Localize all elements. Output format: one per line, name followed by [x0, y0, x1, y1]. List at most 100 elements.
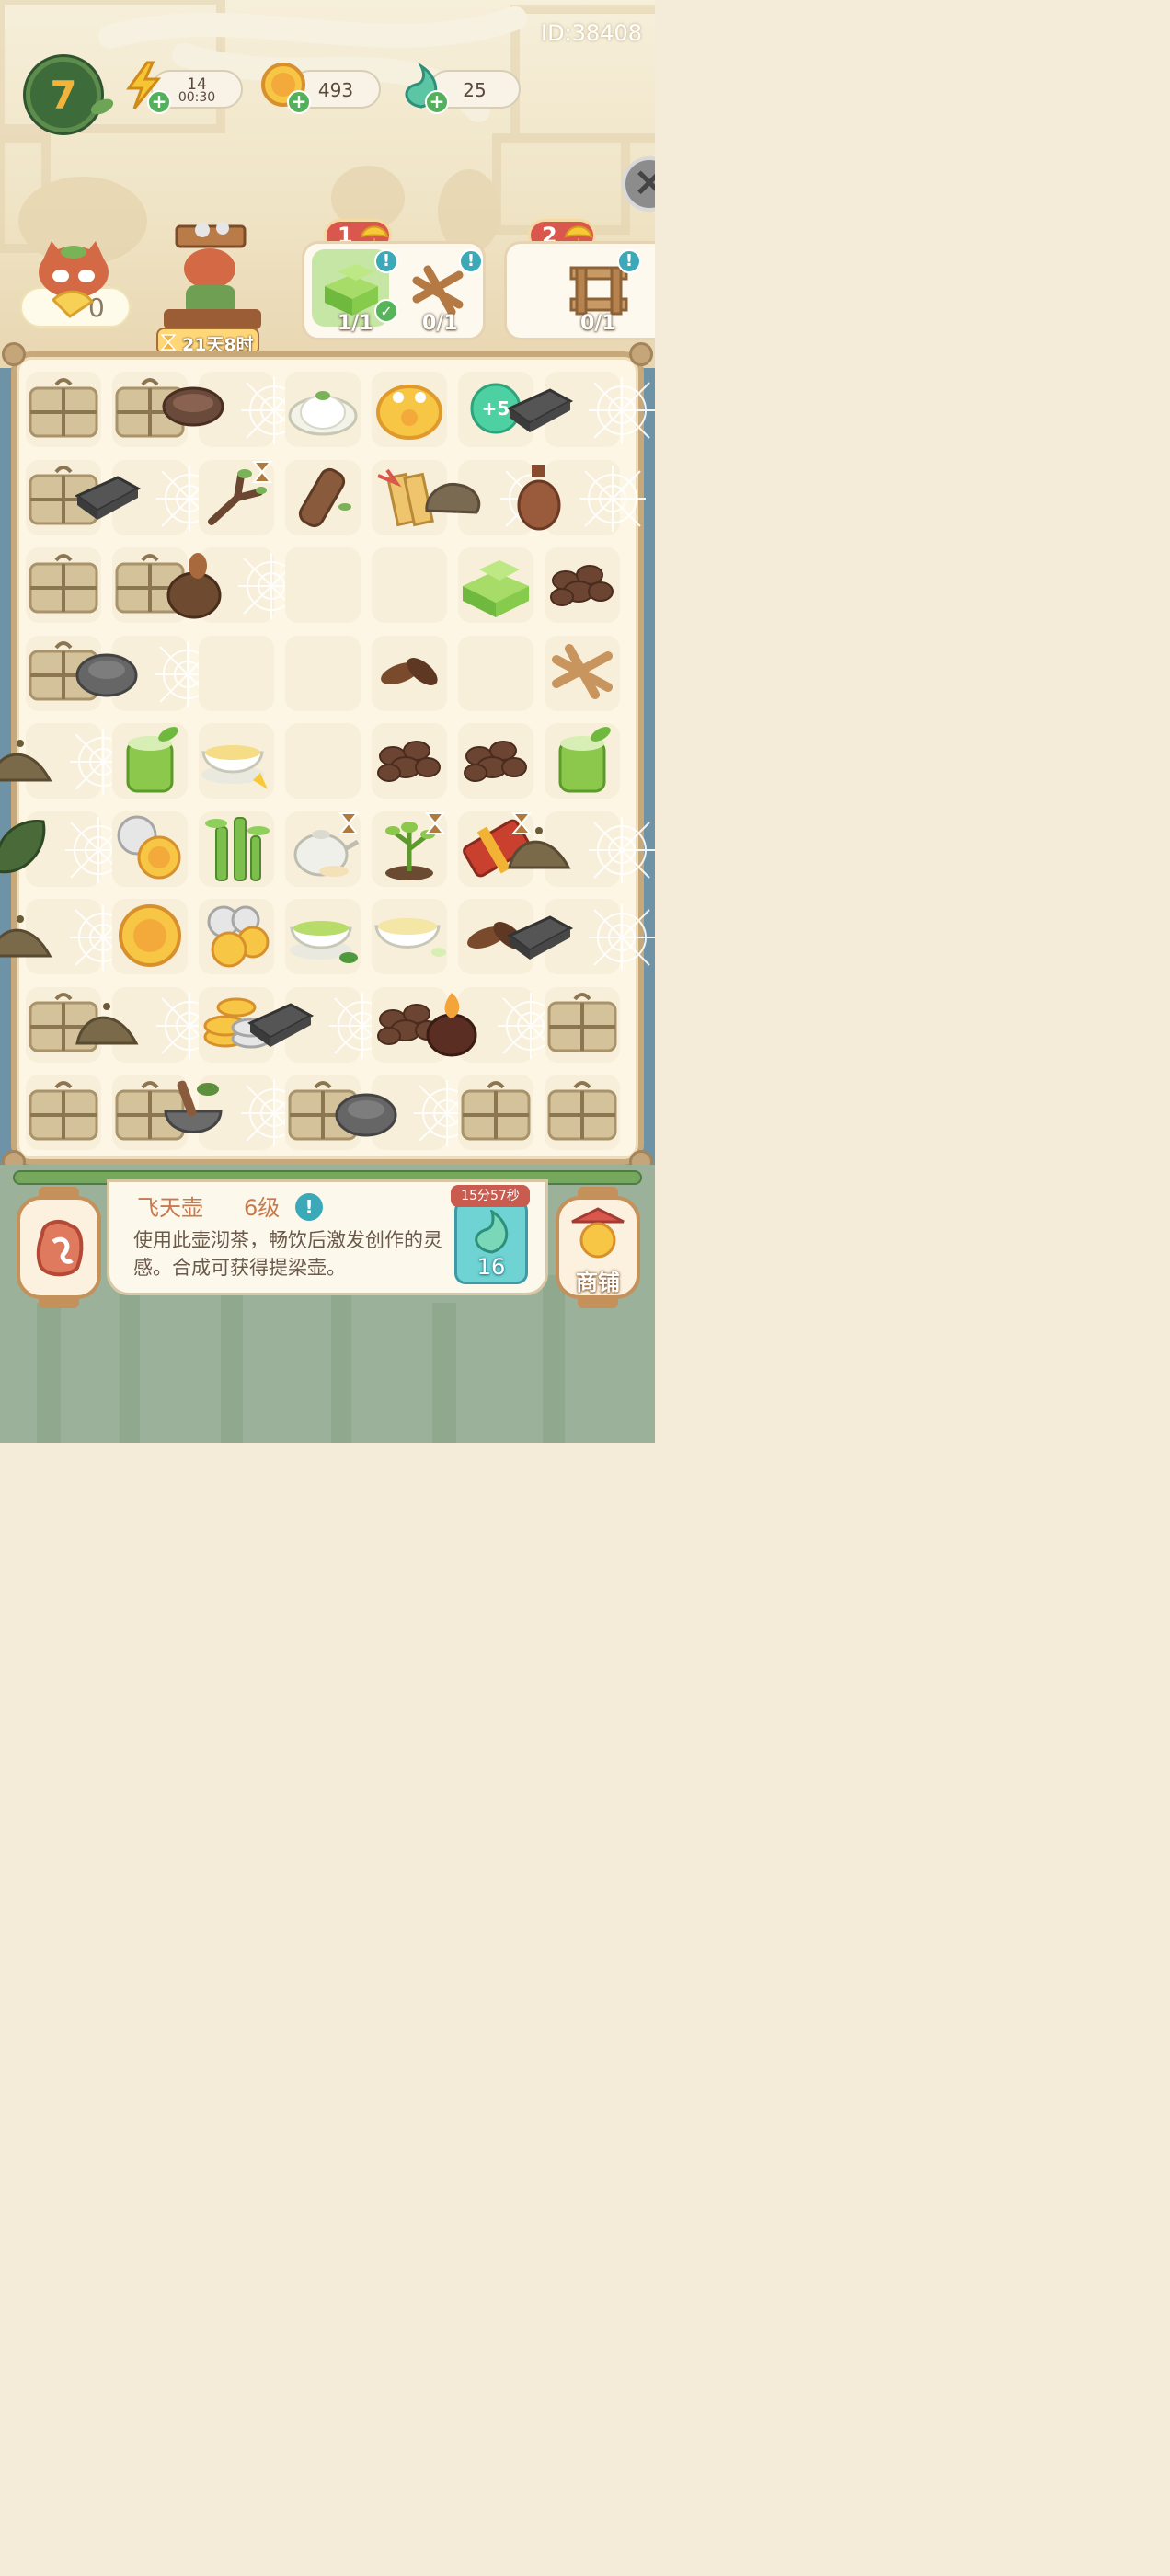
board-cell[interactable]: [20, 366, 107, 454]
shop-pavilion-icon: [571, 1207, 625, 1259]
board-cell[interactable]: [453, 542, 539, 630]
player-level: 7: [50, 72, 77, 118]
tea-merchant-panda-icon[interactable]: [156, 221, 263, 331]
board-cell[interactable]: [0, 806, 132, 894]
board-cell[interactable]: [539, 982, 625, 1070]
board-cell[interactable]: [20, 1069, 107, 1157]
add-gems-button[interactable]: +: [425, 90, 449, 114]
checkmark-icon: ✓: [374, 299, 398, 323]
board-cell[interactable]: [280, 454, 366, 543]
board-cell[interactable]: [193, 806, 280, 894]
webbed-bowl-icon: [158, 381, 228, 440]
board-cell[interactable]: [280, 542, 366, 630]
golden-toad-icon: [373, 375, 446, 445]
board-cell[interactable]: [507, 893, 655, 982]
board-cell[interactable]: [453, 630, 539, 719]
webbed-leaf-icon: [0, 812, 52, 886]
leaf-icon: [90, 98, 114, 115]
board-cell[interactable]: [366, 542, 453, 630]
leaves-icon: [373, 646, 446, 701]
board-corner-knot: [2, 342, 26, 366]
board-cell[interactable]: [539, 718, 625, 806]
tea-pile-icon: [545, 555, 619, 617]
inventory-lantern-button[interactable]: [17, 1187, 101, 1308]
lantern-cap: [578, 1187, 618, 1200]
producer-timer: 15分57秒: [451, 1185, 530, 1207]
board-cell[interactable]: [280, 630, 366, 719]
lantern-cap: [39, 1187, 79, 1200]
board-cell[interactable]: [539, 1069, 625, 1157]
bamboo-cup-icon: [115, 725, 185, 799]
board-cell[interactable]: [366, 630, 453, 719]
board-cell[interactable]: [366, 806, 453, 894]
board-cell[interactable]: [0, 718, 136, 806]
board-cell[interactable]: [247, 982, 396, 1070]
cell-pad: [285, 723, 361, 799]
board-cell[interactable]: [366, 366, 453, 454]
lantern-cap: [39, 1295, 79, 1308]
woven-mat-icon: [412, 265, 464, 316]
order-1-item-2-info-icon[interactable]: !: [459, 249, 483, 273]
board-cell[interactable]: [453, 718, 539, 806]
bundle-icon: [457, 1078, 534, 1148]
board-cell[interactable]: [20, 542, 107, 630]
webbed-inkstone-icon: [502, 908, 576, 967]
producer-button[interactable]: 16: [454, 1200, 528, 1284]
board-cell[interactable]: [280, 806, 366, 894]
webbed-mound-icon: [0, 908, 57, 967]
board-cell[interactable]: [426, 982, 564, 1070]
board-cell[interactable]: [193, 630, 280, 719]
board-cell[interactable]: [507, 366, 655, 454]
cell-pad: [458, 635, 533, 711]
add-energy-button[interactable]: +: [147, 90, 171, 114]
bundle-icon: [544, 990, 621, 1060]
board-cell[interactable]: [517, 454, 646, 543]
board-cell[interactable]: [366, 718, 453, 806]
lantern-cap: [578, 1295, 618, 1308]
webbed-inkstone-icon: [502, 381, 576, 440]
order-card-1[interactable]: 1/1 ✓ ! 0/1 !: [302, 241, 486, 340]
hourglass-icon: [160, 334, 177, 351]
order-card-2[interactable]: 0/1 !: [504, 241, 655, 340]
red-panda-icon[interactable]: [28, 236, 120, 328]
webbed-mound-icon: [70, 995, 143, 1054]
shop-button[interactable]: 商铺: [556, 1187, 640, 1308]
producer-count: 16: [476, 1254, 506, 1280]
board-cell[interactable]: [0, 893, 136, 982]
board-cell[interactable]: [508, 806, 655, 894]
board-cell[interactable]: [107, 718, 193, 806]
order-2-item-1-count: 0/1: [580, 312, 616, 335]
board-cell[interactable]: [335, 1069, 480, 1157]
order-2-item-1-info-icon[interactable]: !: [617, 249, 641, 273]
player-level-badge[interactable]: 7: [26, 57, 101, 132]
add-coins-button[interactable]: +: [287, 90, 311, 114]
bundle-icon: [25, 1078, 102, 1148]
board-cell[interactable]: [539, 630, 625, 719]
order-1-item-1-info-icon[interactable]: !: [374, 249, 398, 273]
board-cell[interactable]: [107, 893, 193, 982]
board-cell[interactable]: [366, 893, 453, 982]
bundle-icon: [25, 375, 102, 445]
item-level: 6级: [244, 1195, 281, 1221]
board-cell[interactable]: [193, 893, 280, 982]
item-description: 使用此壶沏茶，畅饮后激发创作的灵感。合成可获得提梁壶。: [133, 1229, 442, 1279]
board-cell[interactable]: [539, 542, 625, 630]
webbed-stone-icon: [72, 644, 142, 703]
webbed-mound-icon: [502, 820, 576, 879]
board-cell[interactable]: [193, 454, 280, 543]
board-cell[interactable]: [107, 806, 193, 894]
user-id: ID:38408: [541, 20, 642, 46]
board-cell[interactable]: [453, 1069, 539, 1157]
board-cell[interactable]: [193, 718, 280, 806]
board-cell[interactable]: [75, 630, 221, 719]
board-cell[interactable]: [162, 366, 307, 454]
board-cell[interactable]: [280, 718, 366, 806]
board-cell[interactable]: [164, 1069, 307, 1157]
board-cell[interactable]: [75, 982, 223, 1070]
item-info-icon[interactable]: !: [295, 1193, 323, 1221]
board-cell[interactable]: [280, 893, 366, 982]
board-cell[interactable]: [75, 454, 223, 543]
board-cell[interactable]: [166, 542, 304, 630]
board-cell[interactable]: [280, 366, 366, 454]
cell-pad: [199, 635, 274, 711]
